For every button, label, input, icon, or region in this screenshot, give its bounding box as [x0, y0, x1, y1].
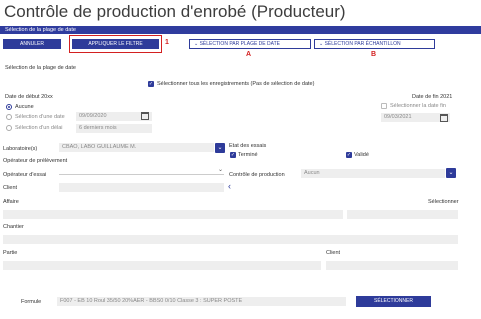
select-formula-button[interactable]: SÉLECTIONNER — [356, 296, 431, 307]
client-input[interactable] — [59, 183, 224, 192]
laboratory-label: Laboratoire(s) — [3, 146, 38, 152]
chevron-down-icon: ⌄ — [448, 170, 454, 176]
section-header-bar: Sélection de la plage de date — [0, 26, 481, 34]
calendar-icon[interactable] — [141, 112, 149, 120]
radio-single-date-label: Sélection d'une date — [15, 114, 65, 120]
production-control-dropdown-button[interactable]: ⌄ — [446, 168, 456, 178]
test-status-label: Etat des essais — [229, 143, 267, 149]
chevron-down-icon: ⌄ — [194, 41, 199, 47]
production-control-label: Contrôle de production — [229, 172, 285, 178]
affaire-label: Affaire — [3, 199, 19, 205]
radio-single-date[interactable] — [6, 114, 12, 120]
start-date-label: Date de début 20xx — [5, 94, 53, 100]
validated-checkbox[interactable]: ✓ — [346, 152, 352, 158]
chevron-down-icon: ⌄ — [217, 145, 223, 151]
test-operator-label: Opérateur d'essai — [3, 172, 47, 178]
affaire-input[interactable] — [3, 210, 343, 219]
marker-a: A — [246, 51, 252, 58]
partie-label: Partie — [3, 250, 18, 256]
client2-label: Client — [326, 250, 341, 256]
finished-checkbox[interactable]: ✓ — [230, 152, 236, 158]
chantier-label: Chantier — [3, 224, 24, 230]
production-control-select[interactable]: Aucun — [301, 169, 445, 178]
select-all-label: Sélectionner tous les enregistrements (P… — [157, 81, 315, 87]
chevron-down-icon: ⌄ — [319, 41, 324, 47]
section-title: Sélection de la plage de date — [5, 65, 76, 71]
laboratory-input[interactable]: CBAO, LABO GUILLAUME M. — [59, 143, 214, 152]
chevron-down-icon[interactable]: ⌄ — [218, 166, 223, 173]
end-date-label: Date de fin 2021 — [412, 94, 453, 100]
select-link[interactable]: Sélectionner — [428, 199, 459, 205]
end-date-checkbox[interactable] — [381, 103, 387, 109]
chevron-left-icon[interactable]: ‹ — [228, 181, 231, 191]
test-operator-select[interactable] — [59, 174, 224, 175]
sample-selection-button[interactable]: ⌄ SÉLECTION PAR ÉCHANTILLON — [314, 39, 435, 49]
radio-none[interactable] — [6, 104, 12, 110]
select-all-checkbox[interactable]: ✓ — [148, 81, 154, 87]
laboratory-dropdown-button[interactable]: ⌄ — [215, 143, 225, 153]
radio-delay[interactable] — [6, 125, 12, 131]
radio-none-label: Aucune — [15, 104, 34, 110]
page-title: Contrôle de production d'enrobé (Product… — [4, 2, 346, 21]
affaire-secondary-input[interactable] — [347, 210, 458, 219]
end-date-checkbox-label: Sélectionner la date fin — [390, 103, 446, 109]
formula-label: Formule — [21, 299, 42, 305]
client-label: Client — [3, 185, 18, 191]
marker-1: 1 — [165, 39, 169, 46]
chantier-input[interactable] — [3, 235, 458, 244]
sampling-operator-label: Opérateur de prélèvement — [3, 158, 68, 164]
radio-delay-label: Sélection d'un délai — [15, 125, 63, 131]
delay-select[interactable]: 6 derniers mois — [76, 124, 152, 133]
calendar-icon[interactable] — [440, 114, 448, 122]
formula-input[interactable]: F007 - EB 10 Roul 35/50 20%AER - BBS0 0/… — [57, 297, 346, 306]
marker-b: B — [371, 51, 377, 58]
client2-input[interactable] — [326, 261, 458, 270]
cancel-button[interactable]: ANNULER — [3, 39, 61, 49]
validated-label: Validé — [354, 152, 369, 158]
partie-input[interactable] — [3, 261, 321, 270]
apply-filter-button[interactable]: APPLIQUER LE FILTRE — [72, 39, 159, 49]
finished-label: Terminé — [238, 152, 258, 158]
date-range-selection-button[interactable]: ⌄ SÉLECTION PAR PLAGE DE DATE — [189, 39, 311, 49]
